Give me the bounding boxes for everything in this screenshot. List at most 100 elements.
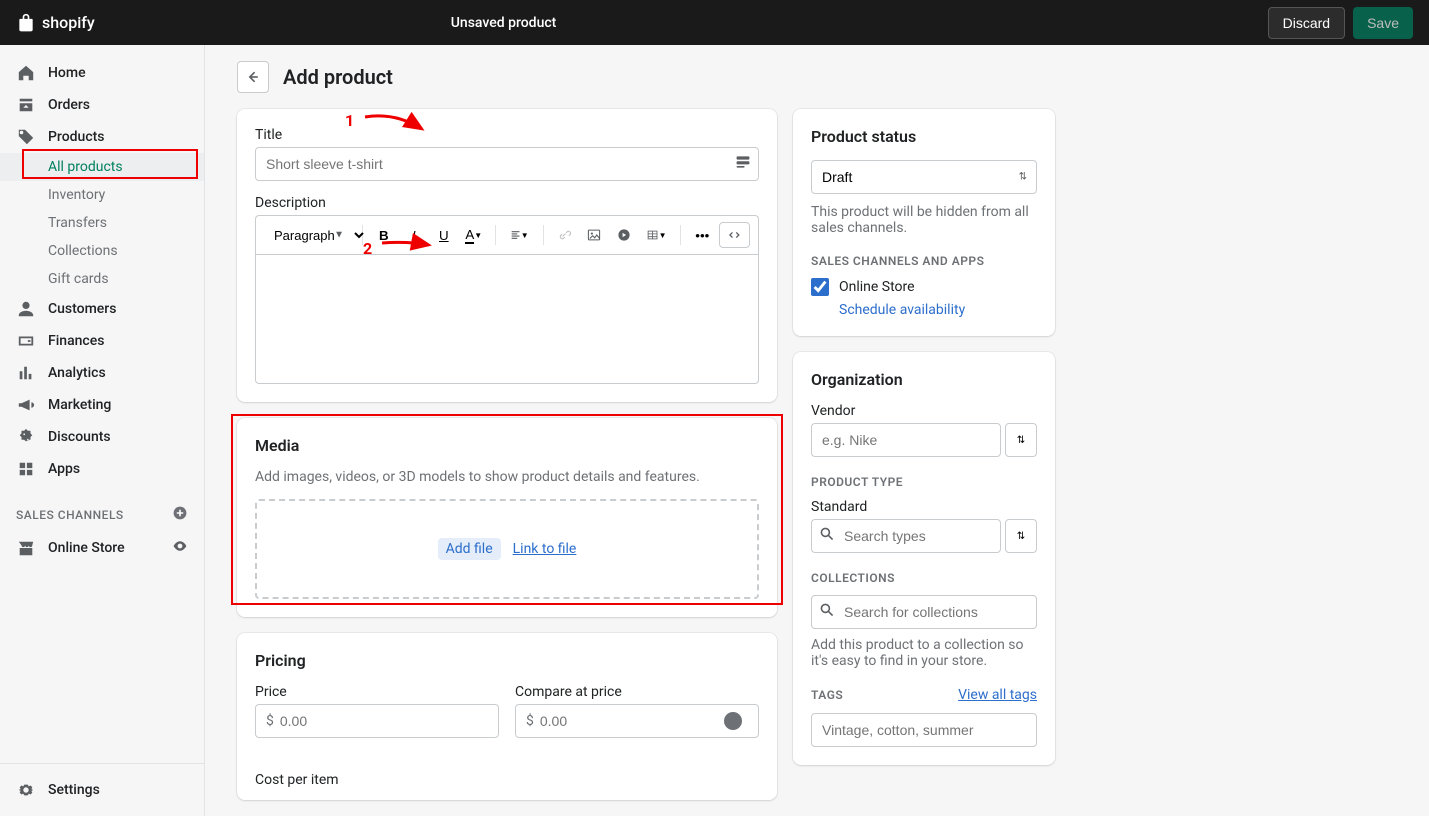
vendor-input[interactable] (811, 423, 1001, 457)
collections-label: COLLECTIONS (811, 571, 1037, 585)
card-pricing: Pricing Price $ Compare at price (237, 633, 777, 800)
nav-transfers[interactable]: Transfers (0, 209, 204, 237)
eye-icon[interactable] (172, 538, 188, 558)
topbar: shopify Unsaved product Discard Save (0, 0, 1429, 45)
text-color-button[interactable]: A ▼ (461, 223, 487, 248)
status-hint: This product will be hidden from all sal… (811, 204, 1037, 236)
tags-input[interactable] (811, 713, 1037, 747)
online-store-checkbox[interactable] (811, 278, 829, 296)
pricing-heading: Pricing (255, 651, 759, 670)
underline-button[interactable]: U (431, 224, 457, 247)
nav-products[interactable]: Products (0, 121, 204, 153)
discard-button[interactable]: Discard (1268, 7, 1345, 39)
title-input[interactable] (255, 147, 759, 181)
title-suggest-icon[interactable] (735, 154, 751, 174)
link-to-file-button[interactable]: Link to file (513, 541, 577, 557)
italic-button[interactable]: I (401, 224, 427, 247)
tag-icon (16, 127, 36, 147)
collections-hint: Add this product to a collection so it's… (811, 637, 1037, 669)
card-title-description: Title Description Paragraph ▼ (237, 109, 777, 402)
card-media: Media Add images, videos, or 3D models t… (237, 418, 777, 617)
page-header: Add product (237, 61, 1397, 93)
nav-orders-label: Orders (48, 97, 90, 113)
org-heading: Organization (811, 370, 1037, 389)
more-button[interactable]: ••• (689, 224, 715, 247)
orders-icon (16, 95, 36, 115)
paragraph-select[interactable]: Paragraph (264, 225, 367, 246)
help-icon[interactable]: ? (724, 712, 742, 730)
image-button[interactable] (581, 223, 607, 247)
nav-online-store[interactable]: Online Store (0, 532, 204, 564)
table-button[interactable]: ▼ (641, 223, 672, 247)
gear-icon (16, 780, 36, 800)
bold-button[interactable]: B (371, 224, 397, 247)
code-view-button[interactable] (719, 222, 750, 248)
chart-icon (16, 363, 36, 383)
nav-finances[interactable]: Finances (0, 325, 204, 357)
description-label: Description (255, 195, 759, 211)
link-button[interactable] (551, 223, 577, 247)
add-file-button[interactable]: Add file (438, 538, 501, 560)
video-button[interactable] (611, 223, 637, 247)
topbar-title: Unsaved product (451, 15, 557, 31)
back-button[interactable] (237, 61, 269, 93)
description-editor[interactable] (255, 254, 759, 384)
megaphone-icon (16, 395, 36, 415)
home-icon (16, 63, 36, 83)
cost-label: Cost per item (255, 772, 759, 788)
vendor-dropdown-button[interactable]: ⇅ (1005, 423, 1037, 457)
collections-input[interactable] (811, 595, 1037, 629)
nav-all-products[interactable]: All products (0, 153, 204, 181)
media-dropzone[interactable]: Add file Link to file (255, 499, 759, 599)
channel-online-store[interactable]: Online Store (811, 278, 1037, 296)
title-label: Title (255, 127, 759, 143)
sales-channels-header: SALES CHANNELS (0, 485, 204, 532)
type-dropdown-button[interactable]: ⇅ (1005, 519, 1037, 553)
nav-settings[interactable]: Settings (0, 774, 204, 806)
topbar-actions: Discard Save (1268, 7, 1413, 39)
person-icon (16, 299, 36, 319)
discount-icon (16, 427, 36, 447)
nav-apps[interactable]: Apps (0, 453, 204, 485)
card-status: Product status Draft ⇅ This product will… (793, 109, 1055, 336)
product-type-input[interactable] (811, 519, 1001, 553)
grid-icon (16, 459, 36, 479)
page-title: Add product (283, 65, 393, 89)
nav-home[interactable]: Home (0, 57, 204, 89)
nav-analytics[interactable]: Analytics (0, 357, 204, 389)
nav-home-label: Home (48, 65, 86, 81)
brand-name: shopify (42, 13, 95, 32)
nav-discounts[interactable]: Discounts (0, 421, 204, 453)
tags-label: TAGS (811, 688, 843, 702)
media-heading: Media (255, 436, 759, 455)
nav-inventory[interactable]: Inventory (0, 181, 204, 209)
compare-price-input[interactable] (540, 705, 724, 737)
vendor-label: Vendor (811, 403, 1037, 419)
nav-gift-cards[interactable]: Gift cards (0, 265, 204, 293)
nav-orders[interactable]: Orders (0, 89, 204, 121)
arrow-left-icon (245, 69, 261, 85)
main-content: 1 2 Add product Title (205, 45, 1429, 816)
search-icon (819, 602, 835, 622)
wallet-icon (16, 331, 36, 351)
store-icon (16, 538, 36, 558)
status-select[interactable]: Draft (811, 160, 1037, 194)
align-button[interactable]: ▼ (504, 223, 535, 247)
nav-marketing[interactable]: Marketing (0, 389, 204, 421)
save-button[interactable]: Save (1353, 7, 1413, 39)
add-channel-icon[interactable] (172, 505, 188, 524)
price-input[interactable] (280, 705, 488, 737)
search-icon (819, 526, 835, 546)
status-heading: Product status (811, 127, 1037, 146)
nav-collections[interactable]: Collections (0, 237, 204, 265)
logo: shopify (16, 12, 95, 34)
sidebar: Home Orders Products All products Invent… (0, 45, 205, 816)
nav-customers[interactable]: Customers (0, 293, 204, 325)
nav-all-products-label: All products (48, 159, 123, 175)
schedule-link[interactable]: Schedule availability (839, 302, 965, 318)
shopify-bag-icon (16, 12, 36, 34)
nav-products-label: Products (48, 129, 105, 145)
view-all-tags-link[interactable]: View all tags (958, 687, 1037, 703)
compare-label: Compare at price (515, 684, 759, 700)
card-organization: Organization Vendor ⇅ PRODUCT TYPE Stand… (793, 352, 1055, 765)
